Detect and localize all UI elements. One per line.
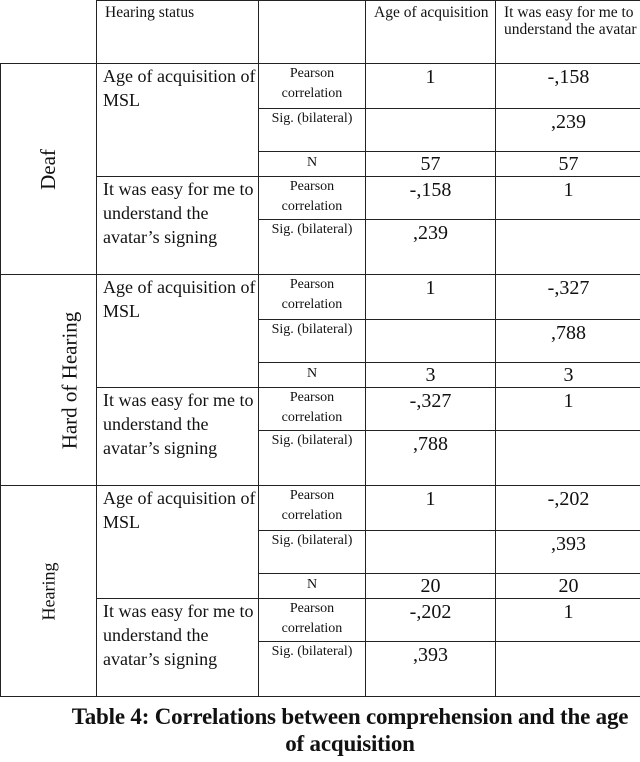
stat-sig: Sig. (bilateral): [271, 433, 353, 448]
value-cell: ,239: [365, 219, 496, 275]
value-cell: [495, 219, 640, 275]
value-cell: 3: [495, 362, 640, 388]
table-caption: Table 4: Correlations between comprehens…: [71, 704, 629, 756]
value-cell: [495, 430, 640, 486]
table-row: It was easy for me to understand the ava…: [1, 598, 640, 697]
stat-pearson: Pearson correlation: [281, 277, 343, 312]
header-stat-blank: [258, 0, 366, 64]
value-cell: [495, 641, 640, 697]
group-label: Hard of Hearing: [57, 311, 82, 449]
table-row: It was easy for me to understand the ava…: [1, 176, 640, 275]
value-cell: 57: [365, 151, 496, 177]
header-age-of-acquisition: Age of acquisition: [365, 0, 496, 64]
value-cell: -,327: [495, 274, 640, 320]
value-cell: 57: [495, 151, 640, 177]
value-cell: [365, 108, 496, 152]
value-cell: -,158: [495, 63, 640, 109]
value-cell: [365, 319, 496, 363]
row-label-cell: It was easy for me to understand the ava…: [96, 387, 259, 486]
row-label-cell: Age of acquisition of MSL: [96, 274, 259, 388]
table-row: Hearing Age of acquisition of MSL Pearso…: [0, 485, 640, 697]
value-cell: 1: [495, 387, 640, 431]
value-cell: 1: [365, 274, 496, 320]
stat-sig: Sig. (bilateral): [271, 322, 353, 337]
stat-label-cell: N: [258, 151, 366, 177]
value-cell: 1: [495, 176, 640, 220]
row-label-age: Age of acquisition of MSL: [103, 66, 256, 110]
stat-sig: Sig. (bilateral): [271, 644, 353, 659]
stat-pearson: Pearson correlation: [281, 66, 343, 101]
row-label-age: Age of acquisition of MSL: [103, 488, 256, 532]
table-row: Deaf Age of acquisition of MSL Pearson c…: [0, 63, 640, 275]
stat-label-cell: Sig. (bilateral): [258, 219, 366, 275]
stat-label-cell: Sig. (bilateral): [258, 319, 366, 363]
stat-n: N: [306, 366, 318, 381]
row-label-easy: It was easy for me to understand the ava…: [103, 601, 254, 669]
value-cell: -,202: [495, 485, 640, 531]
group-label: Deaf: [36, 148, 60, 190]
stat-n: N: [306, 155, 318, 170]
value-cell: ,393: [365, 641, 496, 697]
value-cell: 1: [365, 485, 496, 531]
stat-label-cell: Pearson correlation: [258, 176, 366, 220]
row-label-easy: It was easy for me to understand the ava…: [103, 179, 254, 247]
value-cell: 1: [495, 598, 640, 642]
stat-pearson: Pearson correlation: [281, 179, 343, 214]
stat-label-cell: N: [258, 573, 366, 599]
stat-sig: Sig. (bilateral): [271, 111, 353, 126]
stat-pearson: Pearson correlation: [281, 488, 343, 523]
stat-sig: Sig. (bilateral): [271, 222, 353, 237]
row-label-cell: Age of acquisition of MSL: [96, 63, 259, 177]
stat-n: N: [306, 577, 318, 592]
stat-label-cell: Sig. (bilateral): [258, 108, 366, 152]
header-row: Hearing status Age of acquisition It was…: [0, 0, 640, 64]
row-label-cell: It was easy for me to understand the ava…: [96, 176, 259, 275]
table-row: It was easy for me to understand the ava…: [1, 387, 640, 486]
value-cell: ,239: [495, 108, 640, 152]
value-cell: [365, 530, 496, 574]
header-easy-to-understand: It was easy for me to understand the ava…: [495, 0, 640, 64]
value-cell: ,788: [365, 430, 496, 486]
stat-label-cell: Sig. (bilateral): [258, 430, 366, 486]
row-label-cell: Age of acquisition of MSL: [96, 485, 259, 599]
header-hearing-status: Hearing status: [96, 0, 259, 64]
stat-label-cell: Pearson correlation: [258, 274, 366, 320]
group-label-cell: Deaf: [0, 63, 97, 275]
corner-cell: [0, 0, 97, 64]
row-label-age: Age of acquisition of MSL: [103, 277, 256, 321]
stat-label-cell: Pearson correlation: [258, 485, 366, 531]
stat-pearson: Pearson correlation: [281, 390, 343, 425]
stat-sig: Sig. (bilateral): [271, 533, 353, 548]
group-label-cell: Hard of Hearing: [0, 274, 97, 486]
value-cell: 20: [365, 573, 496, 599]
group-label-cell: Hearing: [0, 485, 97, 697]
correlation-table: Hearing status Age of acquisition It was…: [0, 0, 640, 697]
stat-label-cell: Pearson correlation: [258, 598, 366, 642]
stat-label-cell: Sig. (bilateral): [258, 641, 366, 697]
value-cell: ,393: [495, 530, 640, 574]
stat-label-cell: N: [258, 362, 366, 388]
value-cell: 3: [365, 362, 496, 388]
value-cell: 1: [365, 63, 496, 109]
stat-label-cell: Pearson correlation: [258, 387, 366, 431]
stat-label-cell: Sig. (bilateral): [258, 530, 366, 574]
value-cell: ,788: [495, 319, 640, 363]
stat-label-cell: Pearson correlation: [258, 63, 366, 109]
row-label-cell: It was easy for me to understand the ava…: [96, 598, 259, 697]
value-cell: -,202: [365, 598, 496, 642]
value-cell: 20: [495, 573, 640, 599]
row-label-easy: It was easy for me to understand the ava…: [103, 390, 254, 458]
table-row: Hard of Hearing Age of acquisition of MS…: [0, 274, 640, 486]
value-cell: -,327: [365, 387, 496, 431]
value-cell: -,158: [365, 176, 496, 220]
stat-pearson: Pearson correlation: [281, 601, 343, 636]
group-label: Hearing: [37, 562, 58, 620]
